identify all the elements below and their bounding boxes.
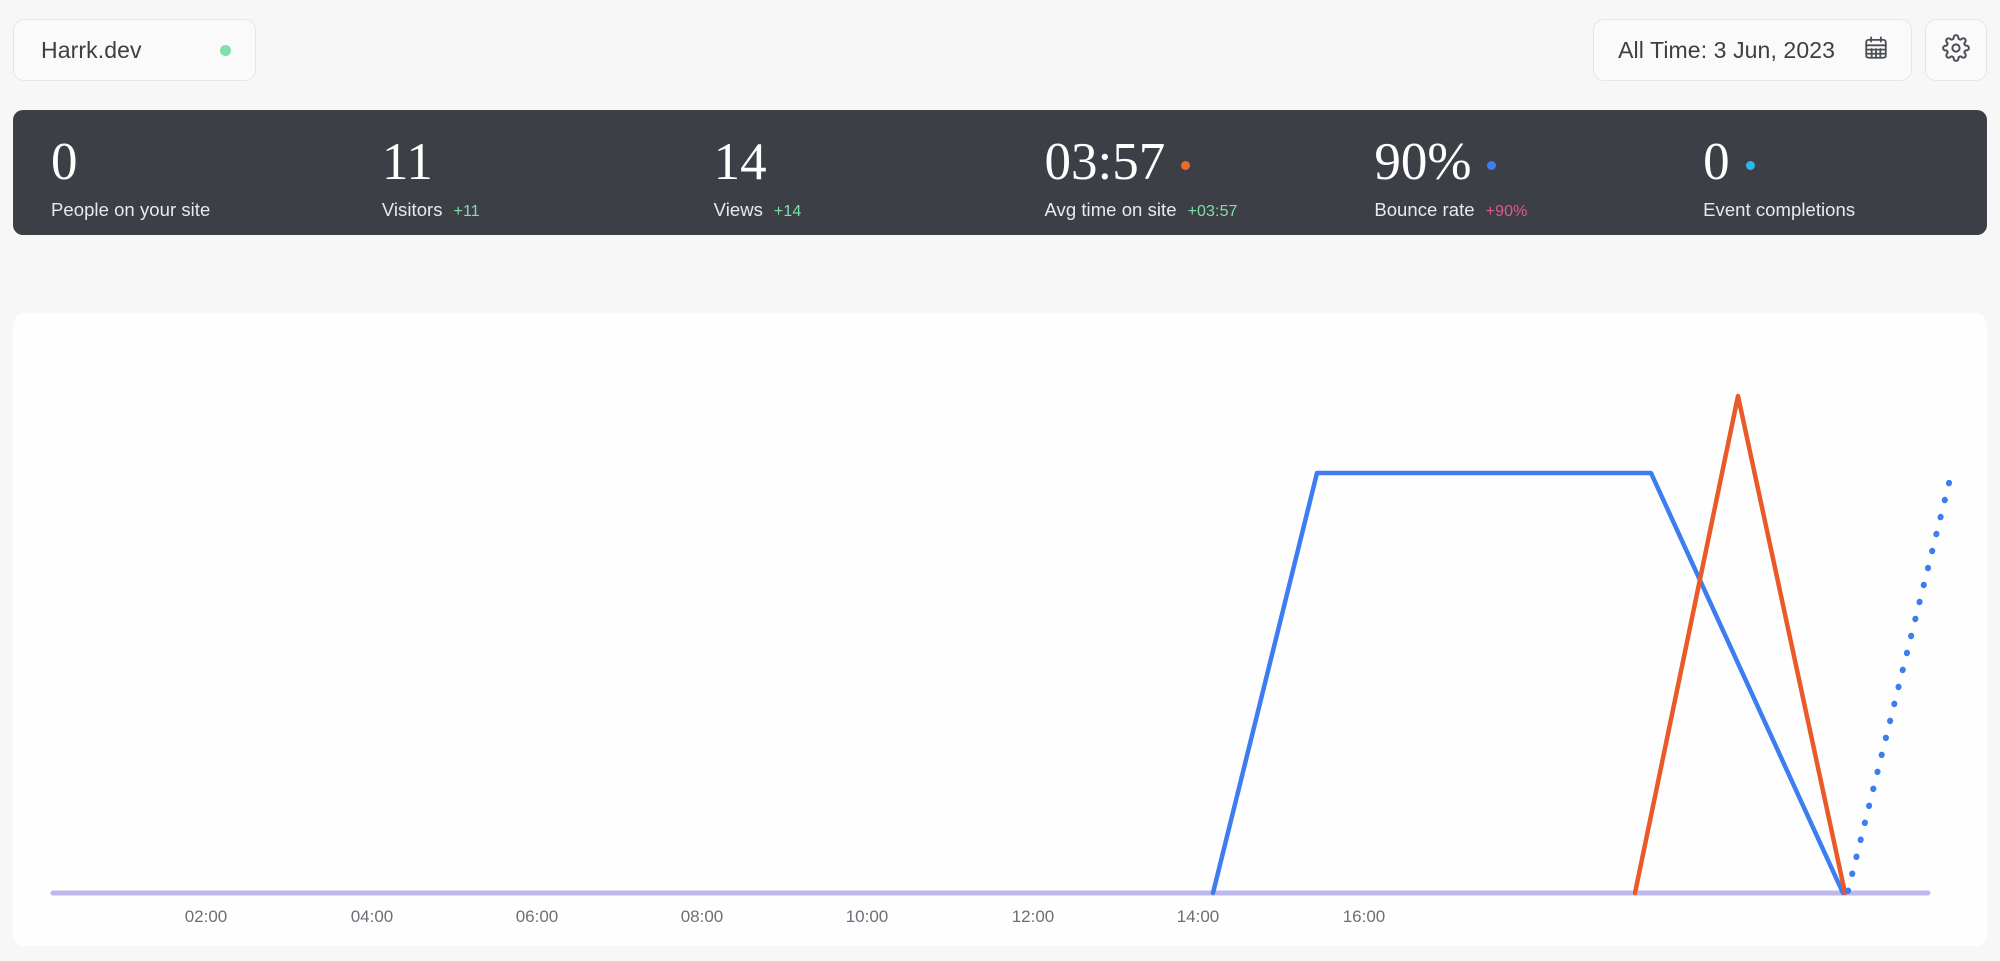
stat-label: Event completions [1703,199,1856,220]
x-axis-tick-label: 08:00 [681,907,724,926]
x-axis-tick-label: 10:00 [846,907,889,926]
settings-button[interactable] [1925,19,1987,81]
stat-label-row: Visitors +11 [382,199,666,221]
x-axis-tick-label: 14:00 [1177,907,1220,926]
date-range-label: All Time: 3 Jun, 2023 [1618,36,1835,63]
stat-label-row: Bounce rate +90% [1374,199,1658,221]
gear-icon [1942,33,1970,67]
top-bar-actions: All Time: 3 Jun, 2023 [1593,19,1987,81]
chart-series-projected [1845,472,1954,894]
stat-value-row: 11 [382,134,666,190]
top-bar: Harrk.dev All Time: 3 Jun, 2023 [0,0,2000,100]
stats-bar: 0 People on your site 11 Visitors +11 14 [13,110,1987,235]
traffic-line-chart: 02:00 04:00 06:00 08:00 10:00 12:00 14:00 16:00 [50,393,1954,926]
stat-label-row: People on your site [51,199,335,221]
chart-x-axis-ticks: 02:00 04:00 06:00 08:00 10:00 12:00 14:00 16:00 [185,907,1386,926]
traffic-chart-card[interactable]: 02:00 04:00 06:00 08:00 10:00 12:00 14:00 16:00 [13,313,1987,946]
stat-bounce-rate[interactable]: 90% Bounce rate +90% [1328,110,1658,235]
chart-series-visitors [1632,393,1848,896]
chart-series-group [1210,393,1954,896]
stat-value: 11 [381,133,433,191]
online-status-dot [220,44,231,56]
x-axis-tick-label: 04:00 [351,907,394,926]
analytics-dashboard: Harrk.dev All Time: 3 Jun, 2023 0 People… [0,0,2000,961]
stat-label: Bounce rate [1374,199,1475,220]
stat-delta: +11 [453,203,480,220]
stat-value-row: 0 [51,134,335,190]
stat-avg-time-on-site[interactable]: 03:57 Avg time on site +03:57 [997,110,1328,235]
stat-label: Avg time on site [1044,199,1177,220]
chart-series-views [1210,470,1846,896]
stat-value-row: 03:57 [1044,134,1328,190]
x-axis-tick-label: 06:00 [516,907,559,926]
stat-label: People on your site [51,199,211,220]
site-name: Harrk.dev [41,36,142,63]
stat-indicator-dot [1181,160,1191,170]
stat-indicator-dot [1745,160,1755,170]
calendar-icon [1863,35,1889,66]
stat-visitors[interactable]: 11 Visitors +11 [335,110,666,235]
date-range-picker[interactable]: All Time: 3 Jun, 2023 [1593,19,1912,81]
stat-value: 0 [51,133,78,191]
x-axis-tick-label: 16:00 [1343,907,1386,926]
site-selector-chip[interactable]: Harrk.dev [13,19,256,81]
stat-indicator-dot [1487,160,1497,170]
stat-value: 14 [713,133,767,191]
stat-value-row: 14 [714,134,998,190]
stat-value: 03:57 [1044,133,1166,191]
stat-value: 0 [1703,133,1730,191]
stat-delta: +03:57 [1187,203,1238,220]
stat-delta: +14 [773,203,802,220]
stat-label: Visitors [381,199,443,220]
stat-value-row: 0 [1703,134,1987,190]
stat-value: 90% [1374,133,1472,191]
stat-label-row: Views +14 [714,199,998,221]
stat-label-row: Avg time on site +03:57 [1044,199,1328,221]
stat-delta: +90% [1485,203,1528,220]
stat-label-row: Event completions [1703,199,1987,221]
x-axis-tick-label: 02:00 [185,907,228,926]
x-axis-tick-label: 12:00 [1012,907,1055,926]
stat-views[interactable]: 14 Views +14 [666,110,998,235]
stat-value-row: 90% [1374,134,1658,190]
stat-event-completions[interactable]: 0 Event completions [1658,110,1987,235]
stat-label: Views [713,199,763,220]
stat-people-on-site[interactable]: 0 People on your site [13,110,335,235]
